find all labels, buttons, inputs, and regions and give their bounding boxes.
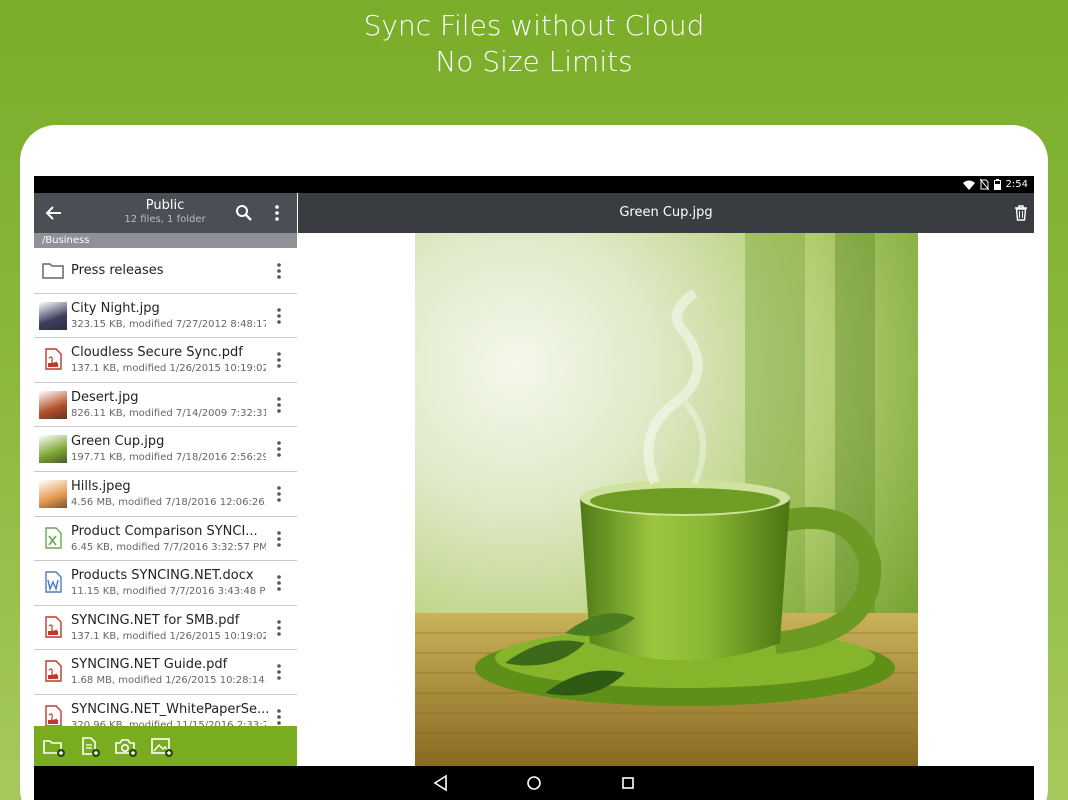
file-row[interactable]: SYNCING.NET_WhitePaperSe... 320.96 KB, mo… <box>34 695 297 726</box>
file-name: Products SYNCING.NET.docx <box>71 568 254 584</box>
preview-title: Green Cup.jpg <box>619 205 713 220</box>
file-name: Cloudless Secure Sync.pdf <box>71 345 243 361</box>
file-name: SYNCING.NET Guide.pdf <box>71 657 228 673</box>
image-thumbnail <box>39 301 67 330</box>
row-overflow-icon[interactable] <box>272 530 286 548</box>
green-cup-illustration <box>415 233 918 766</box>
search-icon[interactable] <box>235 204 253 222</box>
excel-icon <box>39 524 67 552</box>
row-overflow-icon[interactable] <box>272 708 286 726</box>
row-overflow-icon[interactable] <box>272 396 286 414</box>
image-thumbnail <box>39 479 67 508</box>
word-icon <box>39 568 67 596</box>
device-screen: 2:54 Public 12 files, 1 folder /Business… <box>34 176 1034 800</box>
home-nav-icon[interactable] <box>525 774 543 792</box>
delete-icon[interactable] <box>1014 205 1028 221</box>
promo-banner: Sync Files without Cloud No Size Limits <box>0 8 1068 80</box>
file-meta: 11.15 KB, modified 7/7/2016 3:43:48 PM <box>71 586 266 598</box>
camera-icon[interactable] <box>114 736 138 758</box>
image-thumbnail <box>39 435 67 464</box>
file-name: Product Comparison SYNCI... <box>71 523 258 539</box>
recents-nav-icon[interactable] <box>619 774 637 792</box>
no-sim-icon <box>979 179 989 190</box>
file-name: Green Cup.jpg <box>71 434 165 450</box>
file-browser-pane: Public 12 files, 1 folder /Business Pres… <box>34 193 297 766</box>
pdf-icon <box>39 702 67 726</box>
file-meta: 323.15 KB, modified 7/27/2012 8:48:17... <box>71 318 266 330</box>
folder-icon <box>39 256 67 284</box>
preview-pane: Green Cup.jpg <box>298 193 1034 766</box>
file-meta: 197.71 KB, modified 7/18/2016 2:56:29... <box>71 452 266 464</box>
file-meta: 137.1 KB, modified 1/26/2015 10:19:02... <box>71 363 266 375</box>
file-row[interactable]: Desert.jpg 826.11 KB, modified 7/14/2009 … <box>34 383 297 428</box>
image-preview[interactable] <box>415 233 918 766</box>
new-folder-icon[interactable] <box>42 736 66 758</box>
folder-title: Public <box>145 198 185 213</box>
file-list: Press releases City Night.jpg 323.15 KB, m… <box>34 249 297 726</box>
row-overflow-icon[interactable] <box>272 307 286 325</box>
file-meta: 6.45 KB, modified 7/7/2016 3:32:57 PM <box>71 541 266 553</box>
navigation-bar <box>34 766 1034 800</box>
back-arrow-icon[interactable] <box>44 203 64 223</box>
file-name: SYNCING.NET for SMB.pdf <box>71 612 240 628</box>
status-time: 2:54 <box>1005 179 1028 190</box>
file-meta: 1.68 MB, modified 1/26/2015 10:28:14... <box>71 675 266 687</box>
promo-line-1: Sync Files without Cloud <box>363 9 705 42</box>
file-row[interactable]: SYNCING.NET Guide.pdf 1.68 MB, modified 1… <box>34 650 297 695</box>
row-overflow-icon[interactable] <box>272 619 286 637</box>
file-name: Press releases <box>71 263 164 278</box>
file-row[interactable]: Hills.jpeg 4.56 MB, modified 7/18/2016 12… <box>34 472 297 517</box>
status-bar: 2:54 <box>34 176 1034 193</box>
file-name: SYNCING.NET_WhitePaperSe... <box>71 701 270 717</box>
preview-header: Green Cup.jpg <box>298 193 1034 233</box>
file-meta: 826.11 KB, modified 7/14/2009 7:32:31... <box>71 407 266 419</box>
back-nav-icon[interactable] <box>432 774 450 792</box>
add-image-icon[interactable] <box>150 736 174 758</box>
row-overflow-icon[interactable] <box>272 574 286 592</box>
promo-line-2: No Size Limits <box>435 45 633 78</box>
file-row[interactable]: Product Comparison SYNCI... 6.45 KB, modi… <box>34 517 297 562</box>
file-row[interactable]: Cloudless Secure Sync.pdf 137.1 KB, modif… <box>34 338 297 383</box>
action-bar <box>34 726 297 766</box>
file-name: Hills.jpeg <box>71 478 131 494</box>
file-row[interactable]: Products SYNCING.NET.docx 11.15 KB, modif… <box>34 561 297 606</box>
image-thumbnail <box>39 390 67 419</box>
file-meta: 137.1 KB, modified 1/26/2015 10:19:02... <box>71 630 266 642</box>
file-name: City Night.jpg <box>71 300 160 316</box>
folder-summary: 12 files, 1 folder <box>124 214 206 225</box>
file-row[interactable]: SYNCING.NET for SMB.pdf 137.1 KB, modifie… <box>34 606 297 651</box>
file-name: Desert.jpg <box>71 389 139 405</box>
file-browser-header: Public 12 files, 1 folder <box>34 193 297 233</box>
pdf-icon <box>39 657 67 685</box>
file-row[interactable]: City Night.jpg 323.15 KB, modified 7/27/2… <box>34 294 297 339</box>
breadcrumb[interactable]: /Business <box>34 233 297 248</box>
new-file-icon[interactable] <box>78 736 102 758</box>
row-overflow-icon[interactable] <box>272 440 286 458</box>
battery-icon <box>993 179 1001 190</box>
row-overflow-icon[interactable] <box>272 663 286 681</box>
file-row[interactable]: Green Cup.jpg 197.71 KB, modified 7/18/20… <box>34 427 297 472</box>
row-overflow-icon[interactable] <box>272 262 286 280</box>
pdf-icon <box>39 345 67 373</box>
wifi-icon <box>962 180 975 190</box>
file-meta: 4.56 MB, modified 7/18/2016 12:06:26... <box>71 496 266 508</box>
pdf-icon <box>39 613 67 641</box>
row-overflow-icon[interactable] <box>272 351 286 369</box>
overflow-menu-icon[interactable] <box>270 204 284 222</box>
file-row[interactable]: Press releases <box>34 249 297 294</box>
row-overflow-icon[interactable] <box>272 485 286 503</box>
